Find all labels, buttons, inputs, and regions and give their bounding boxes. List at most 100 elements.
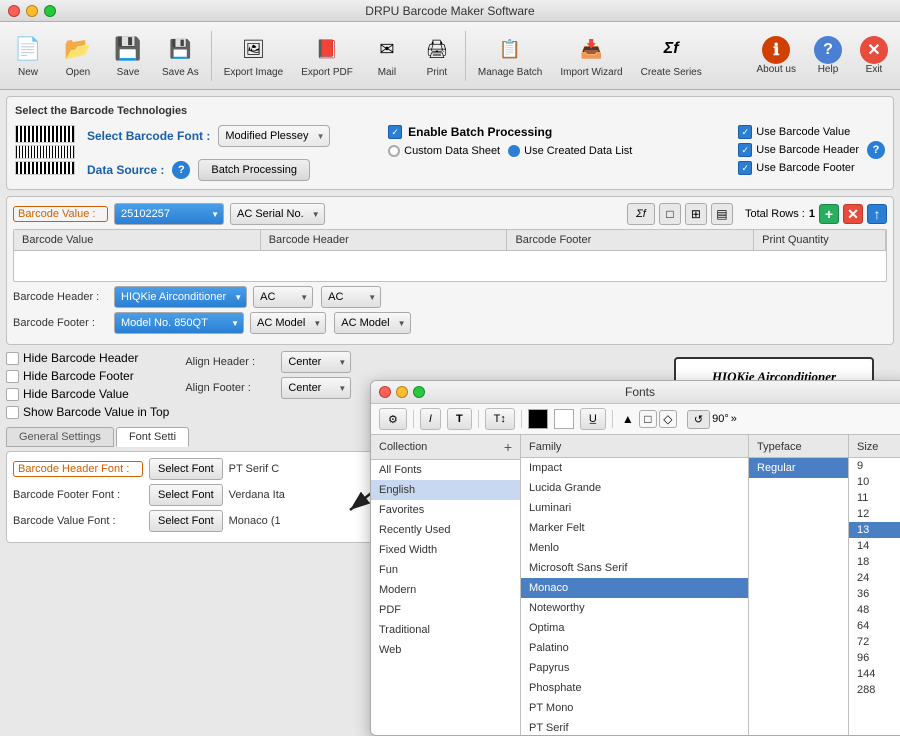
footer-select-font-button[interactable]: Select Font: [149, 484, 223, 506]
rotate-square-icon[interactable]: □: [639, 410, 657, 428]
family-pt-mono[interactable]: PT Mono: [521, 698, 748, 718]
toolbar-create-series[interactable]: Σf Create Series: [633, 26, 710, 86]
toolbar-manage-batch[interactable]: 📋 Manage Batch: [470, 26, 551, 86]
size-11[interactable]: 11: [849, 490, 900, 506]
family-phosphate[interactable]: Phosphate: [521, 678, 748, 698]
tab-general-settings[interactable]: General Settings: [6, 427, 114, 447]
rotation-arrow-button[interactable]: »: [731, 413, 737, 425]
arrow-up-icon[interactable]: ▲: [619, 410, 637, 428]
data-source-info-button[interactable]: ?: [172, 161, 190, 179]
barcode-footer-ac-dropdown[interactable]: AC Model: [250, 312, 326, 334]
show-value-top-cb[interactable]: Show Barcode Value in Top: [6, 405, 169, 419]
barcode-header-ac2-dropdown[interactable]: AC: [321, 286, 381, 308]
toolbar-print[interactable]: 🖨 Print: [413, 26, 461, 86]
add-row-button[interactable]: +: [819, 204, 839, 224]
family-palatino[interactable]: Palatino: [521, 638, 748, 658]
collection-modern[interactable]: Modern: [371, 580, 520, 600]
toolbar-export-image[interactable]: 🖼 Export Image: [216, 26, 291, 86]
collection-pdf[interactable]: PDF: [371, 600, 520, 620]
family-noteworthy[interactable]: Noteworthy: [521, 598, 748, 618]
collection-web[interactable]: Web: [371, 640, 520, 660]
size-48[interactable]: 48: [849, 602, 900, 618]
up-row-button[interactable]: ↑: [867, 204, 887, 224]
size-13[interactable]: 13: [849, 522, 900, 538]
toolbar-mail[interactable]: ✉ Mail: [363, 26, 411, 86]
rotate-diamond-icon[interactable]: ◇: [659, 410, 677, 428]
hide-value-cb[interactable]: Hide Barcode Value: [6, 387, 169, 401]
size-36[interactable]: 36: [849, 586, 900, 602]
family-optima[interactable]: Optima: [521, 618, 748, 638]
size-18[interactable]: 18: [849, 554, 900, 570]
fonts-maximize-icon[interactable]: [413, 386, 425, 398]
fonts-color-black[interactable]: [528, 409, 548, 429]
typeface-regular[interactable]: Regular: [749, 458, 848, 478]
hide-footer-cb[interactable]: Hide Barcode Footer: [6, 369, 169, 383]
use-barcode-footer-option[interactable]: ✓ Use Barcode Footer: [738, 161, 885, 175]
size-144[interactable]: 144: [849, 666, 900, 682]
minimize-icon[interactable]: [26, 5, 38, 17]
collection-traditional[interactable]: Traditional: [371, 620, 520, 640]
family-marker-felt[interactable]: Marker Felt: [521, 518, 748, 538]
custom-data-sheet-option[interactable]: Custom Data Sheet: [388, 145, 500, 157]
rotation-left-button[interactable]: ↺: [687, 410, 710, 429]
field-icon-1[interactable]: □: [659, 203, 681, 225]
family-papyrus[interactable]: Papyrus: [521, 658, 748, 678]
size-9[interactable]: 9: [849, 458, 900, 474]
collection-all-fonts[interactable]: All Fonts: [371, 460, 520, 480]
align-header-dropdown[interactable]: Center: [281, 351, 351, 373]
family-impact[interactable]: Impact: [521, 458, 748, 478]
field-icon-3[interactable]: ▤: [711, 203, 733, 225]
barcode-header-dropdown[interactable]: HIQKie Airconditioner: [114, 286, 247, 308]
toolbar-save-as[interactable]: 💾 Save As: [154, 26, 207, 86]
toolbar-export-pdf[interactable]: 📕 Export PDF: [293, 26, 361, 86]
fonts-bold-button[interactable]: T: [447, 408, 472, 430]
barcode-value-input[interactable]: 25102257: [114, 203, 224, 225]
exit-button[interactable]: ✕ Exit: [852, 26, 896, 86]
fonts-color-white[interactable]: [554, 409, 574, 429]
fonts-gear-button[interactable]: ⚙: [379, 408, 407, 430]
family-menlo[interactable]: Menlo: [521, 538, 748, 558]
barcode-footer-ac2-dropdown[interactable]: AC Model: [334, 312, 410, 334]
fonts-close-icon[interactable]: [379, 386, 391, 398]
size-72[interactable]: 72: [849, 634, 900, 650]
enable-batch-checkbox[interactable]: ✓: [388, 125, 402, 139]
family-luminari[interactable]: Luminari: [521, 498, 748, 518]
maximize-icon[interactable]: [44, 5, 56, 17]
fonts-minimize-icon[interactable]: [396, 386, 408, 398]
size-14[interactable]: 14: [849, 538, 900, 554]
collection-fixed-width[interactable]: Fixed Width: [371, 540, 520, 560]
use-barcode-header-option[interactable]: ✓ Use Barcode Header ?: [738, 141, 885, 159]
collection-english[interactable]: English: [371, 480, 520, 500]
collection-add-button[interactable]: +: [504, 439, 512, 455]
size-12[interactable]: 12: [849, 506, 900, 522]
fonts-size-button[interactable]: T↕: [485, 408, 515, 430]
toolbar-new[interactable]: 📄 New: [4, 26, 52, 86]
fonts-italic-button[interactable]: I: [420, 408, 441, 430]
family-microsoft-sans-serif[interactable]: Microsoft Sans Serif: [521, 558, 748, 578]
delete-row-button[interactable]: ✕: [843, 204, 863, 224]
toolbar-open[interactable]: 📂 Open: [54, 26, 102, 86]
barcode-font-dropdown[interactable]: Modified Plessey: [218, 125, 329, 147]
family-monaco[interactable]: Monaco: [521, 578, 748, 598]
help-button[interactable]: ? Help: [806, 26, 850, 86]
collection-favorites[interactable]: Favorites: [371, 500, 520, 520]
tab-font-settings[interactable]: Font Setti: [116, 427, 189, 447]
family-pt-serif[interactable]: PT Serif: [521, 718, 748, 735]
size-288[interactable]: 288: [849, 682, 900, 698]
size-96[interactable]: 96: [849, 650, 900, 666]
toolbar-import-wizard[interactable]: 📥 Import Wizard: [552, 26, 630, 86]
barcode-footer-dropdown[interactable]: Model No. 850QT: [114, 312, 244, 334]
fonts-underline-button[interactable]: U̲: [580, 408, 606, 430]
batch-processing-button[interactable]: Batch Processing: [198, 159, 310, 181]
use-created-data-option[interactable]: Use Created Data List: [508, 145, 632, 157]
hide-header-cb[interactable]: Hide Barcode Header: [6, 351, 169, 365]
barcode-header-ac-dropdown[interactable]: AC: [253, 286, 313, 308]
size-64[interactable]: 64: [849, 618, 900, 634]
about-us-button[interactable]: ℹ About us: [749, 26, 804, 86]
align-footer-dropdown[interactable]: Center: [281, 377, 351, 399]
close-icon[interactable]: [8, 5, 20, 17]
header-select-font-button[interactable]: Select Font: [149, 458, 223, 480]
collection-fun[interactable]: Fun: [371, 560, 520, 580]
family-lucida-grande[interactable]: Lucida Grande: [521, 478, 748, 498]
field-icon-2[interactable]: ⊞: [685, 203, 707, 225]
